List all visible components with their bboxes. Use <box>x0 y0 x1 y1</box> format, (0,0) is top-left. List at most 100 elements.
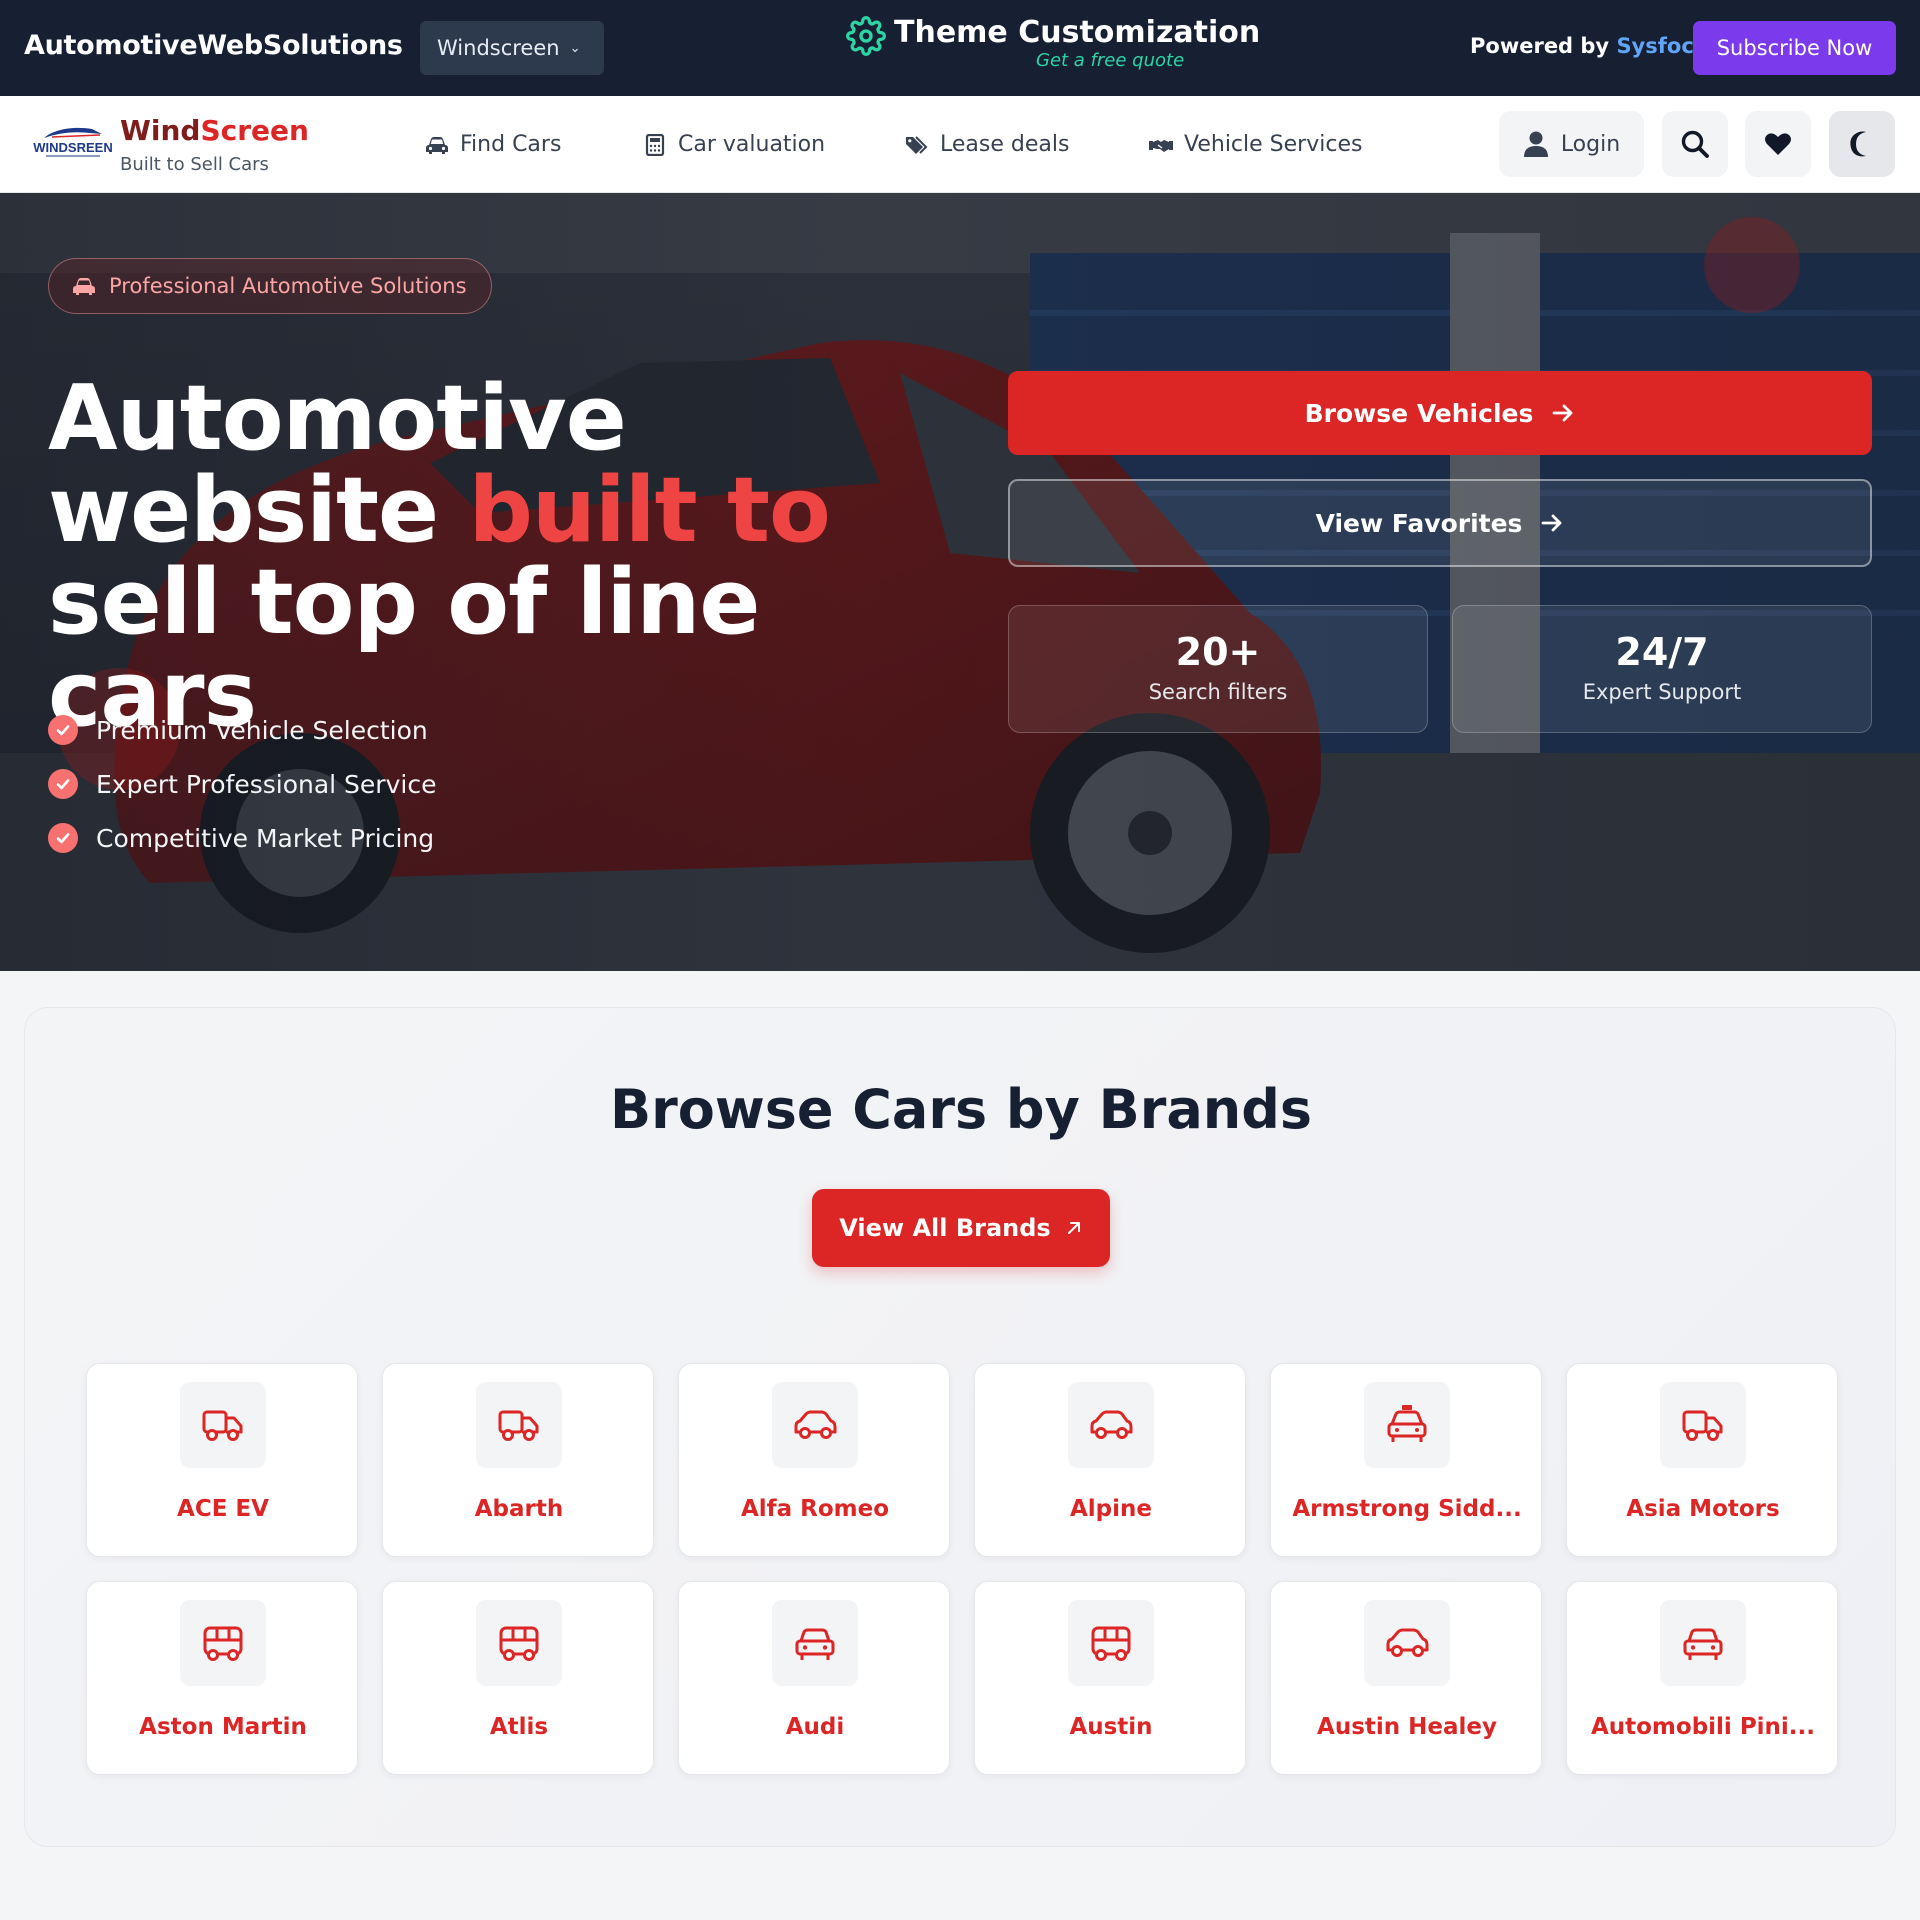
stat-value: 20+ <box>1175 630 1261 674</box>
calculator-icon <box>645 133 665 156</box>
feature-item: Competitive Market Pricing <box>48 811 436 865</box>
nav-find-cars-label: Find Cars <box>460 132 562 157</box>
bus-icon <box>180 1600 266 1686</box>
decorative-circle <box>1704 217 1800 313</box>
brand-name-label: Automobili Pini... <box>1590 1714 1816 1740</box>
car-side-icon <box>772 1382 858 1468</box>
brand-name-label: Aston Martin <box>139 1714 307 1740</box>
search-button[interactable] <box>1662 111 1728 177</box>
brand-name-label: Alpine <box>1069 1496 1152 1522</box>
nav-vehicle-services[interactable]: Vehicle Services <box>1148 132 1362 157</box>
hero-badge-label: Professional Automotive Solutions <box>109 274 467 298</box>
feature-item: Expert Professional Service <box>48 757 436 811</box>
bus-icon <box>1068 1600 1154 1686</box>
nav-vehicle-services-label: Vehicle Services <box>1184 132 1363 157</box>
theme-customization[interactable]: Theme Customization Get a free quote <box>846 14 1260 84</box>
stat-value: 24/7 <box>1615 630 1709 674</box>
brand-name-wind: Wind <box>120 114 201 147</box>
stat-label: Search filters <box>1148 680 1288 704</box>
taxi-icon <box>1364 1382 1450 1468</box>
truck-icon <box>476 1382 562 1468</box>
arrow-up-right-icon <box>1067 1222 1080 1234</box>
brand-card[interactable]: Automobili Pini... <box>1566 1581 1838 1775</box>
brand-card[interactable]: Abarth <box>382 1363 654 1557</box>
headline-line-2-accent: built to <box>468 458 830 563</box>
view-all-brands-button[interactable]: View All Brands <box>812 1189 1110 1267</box>
powered-prefix: Powered by <box>1470 34 1610 58</box>
brand-card[interactable]: Austin <box>974 1581 1246 1775</box>
view-favorites-button[interactable]: View Favorites <box>1008 479 1872 567</box>
main-navbar: WINDSREEN WindScreen Built to Sell Cars … <box>0 96 1920 193</box>
powered-by: Powered by Sysfoc <box>1470 34 1694 58</box>
login-button[interactable]: Login <box>1499 111 1644 177</box>
moon-icon <box>1850 131 1866 157</box>
feature-item: Premium Vehicle Selection <box>48 703 436 757</box>
tags-icon <box>906 135 928 154</box>
brand-name-screen: Screen <box>200 114 309 147</box>
hero-section: Professional Automotive Solutions Automo… <box>0 193 1920 971</box>
site-name[interactable]: AutomotiveWebSolutions <box>24 30 403 61</box>
brands-section: Browse Cars by Brands View All Brands AC… <box>24 1007 1896 1847</box>
headline-line-2-white: website <box>48 458 469 563</box>
brand-name-label: Austin <box>1069 1714 1153 1740</box>
car-icon <box>73 278 95 295</box>
brand-name-label: Atlis <box>489 1714 549 1740</box>
heart-icon <box>1765 133 1791 155</box>
handshake-icon <box>1149 139 1173 152</box>
user-icon <box>1523 131 1548 157</box>
brand-card[interactable]: Audi <box>678 1581 950 1775</box>
windscreen-logo[interactable]: WINDSREEN <box>30 120 116 164</box>
brand-name-label: Austin Healey <box>1317 1714 1497 1740</box>
brand-card[interactable]: Atlis <box>382 1581 654 1775</box>
subscribe-button[interactable]: Subscribe Now <box>1693 21 1896 75</box>
brand-card[interactable]: Asia Motors <box>1566 1363 1838 1557</box>
top-promo-bar: AutomotiveWebSolutions Windscreen ⌄ Them… <box>0 0 1920 96</box>
nav-find-cars[interactable]: Find Cars <box>424 132 561 157</box>
view-all-brands-label: View All Brands <box>839 1214 1051 1242</box>
hero-feature-list: Premium Vehicle Selection Expert Profess… <box>48 703 436 865</box>
nav-car-valuation-label: Car valuation <box>678 132 826 157</box>
check-circle-icon <box>48 715 78 745</box>
browse-vehicles-button[interactable]: Browse Vehicles <box>1008 371 1872 455</box>
brands-title: Browse Cars by Brands <box>609 1078 1313 1141</box>
brand-tagline: Built to Sell Cars <box>120 154 269 175</box>
brand-card[interactable]: Aston Martin <box>86 1581 358 1775</box>
brand-card[interactable]: Armstrong Sidd... <box>1270 1363 1542 1557</box>
gear-icon <box>846 16 886 56</box>
browse-vehicles-label: Browse Vehicles <box>1304 398 1534 428</box>
feature-label: Premium Vehicle Selection <box>96 715 428 745</box>
nav-car-valuation[interactable]: Car valuation <box>642 132 825 157</box>
page-bottom <box>0 1880 1920 1920</box>
headline-line-2: website built to <box>48 465 968 557</box>
theme-select-dropdown[interactable]: Windscreen ⌄ <box>420 21 604 75</box>
nav-lease-deals[interactable]: Lease deals <box>904 132 1069 157</box>
dark-mode-toggle[interactable] <box>1829 111 1895 177</box>
customization-subtitle: Get a free quote <box>1036 50 1185 71</box>
brand-name-label: Audi <box>785 1714 845 1740</box>
chevron-down-icon: ⌄ <box>569 40 581 56</box>
brand-name-label: ACE EV <box>177 1496 269 1522</box>
favorites-button[interactable] <box>1745 111 1811 177</box>
bus-icon <box>476 1600 562 1686</box>
customization-title: Theme Customization <box>894 15 1261 50</box>
brand-card[interactable]: ACE EV <box>86 1363 358 1557</box>
car-front-icon <box>1660 1600 1746 1686</box>
check-circle-icon <box>48 769 78 799</box>
headline-line-1: Automotive <box>48 366 627 471</box>
brand-card[interactable]: Austin Healey <box>1270 1581 1542 1775</box>
brand-name[interactable]: WindScreen <box>120 114 309 147</box>
check-circle-icon <box>48 823 78 853</box>
arrow-right-icon <box>1542 514 1562 532</box>
logo-text: WINDSREEN <box>33 140 112 155</box>
brand-card[interactable]: Alpine <box>974 1363 1246 1557</box>
feature-label: Expert Professional Service <box>96 769 437 799</box>
car-side-icon <box>1364 1600 1450 1686</box>
hero-badge: Professional Automotive Solutions <box>48 258 492 314</box>
theme-select-value: Windscreen <box>437 36 560 60</box>
car-side-icon <box>1068 1382 1154 1468</box>
brand-name-label: Armstrong Sidd... <box>1292 1496 1522 1522</box>
brand-name-label: Alfa Romeo <box>740 1496 890 1522</box>
brand-card[interactable]: Alfa Romeo <box>678 1363 950 1557</box>
brand-name-label: Asia Motors <box>1626 1496 1780 1522</box>
powered-brand-link[interactable]: Sysfoc <box>1616 34 1693 58</box>
